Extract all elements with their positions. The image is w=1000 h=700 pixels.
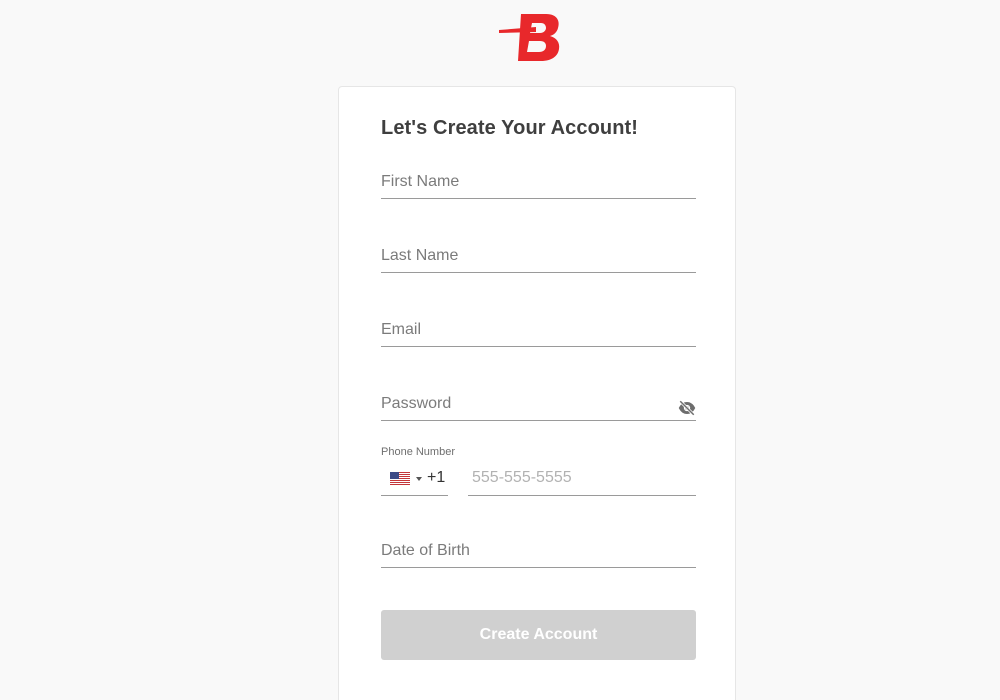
phone-number-caption: Phone Number [381, 446, 455, 458]
form-title: Let's Create Your Account! [381, 117, 639, 139]
signup-page: Let's Create Your Account! First Name La… [0, 0, 1000, 700]
date-of-birth-field[interactable]: Date of Birth [381, 536, 696, 568]
first-name-field[interactable]: First Name [381, 167, 696, 199]
date-of-birth-label: Date of Birth [381, 542, 470, 559]
us-flag-icon [390, 472, 410, 485]
dial-code: +1 [427, 469, 446, 486]
password-label: Password [381, 395, 452, 412]
b-logo-icon [499, 14, 560, 61]
eye-slash-icon[interactable] [678, 399, 696, 417]
last-name-field[interactable]: Last Name [381, 241, 696, 273]
phone-number-input[interactable]: 555-555-5555 [468, 461, 696, 496]
first-name-label: First Name [381, 173, 460, 190]
email-label: Email [381, 321, 422, 338]
password-field[interactable]: Password [381, 389, 696, 421]
signup-card: Let's Create Your Account! First Name La… [338, 86, 736, 700]
country-code-select[interactable]: +1 [381, 461, 448, 496]
last-name-label: Last Name [381, 247, 459, 264]
create-account-button[interactable]: Create Account [381, 610, 696, 660]
chevron-down-icon [416, 477, 422, 481]
email-field[interactable]: Email [381, 315, 696, 347]
phone-placeholder: 555-555-5555 [472, 469, 572, 486]
